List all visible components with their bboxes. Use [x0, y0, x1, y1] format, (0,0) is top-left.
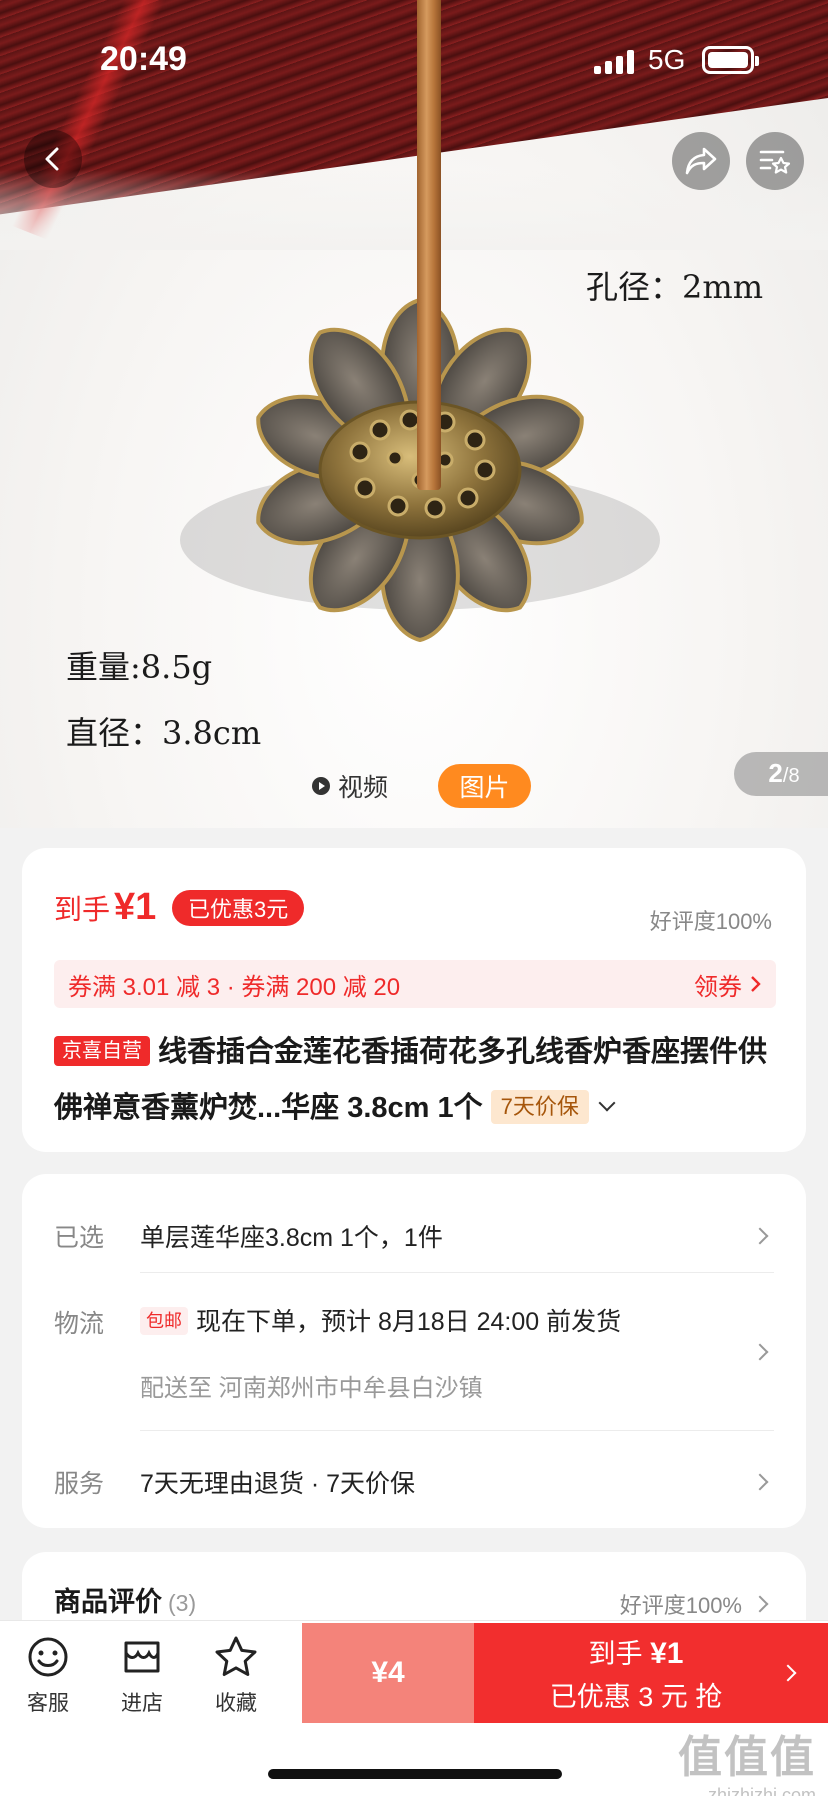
- image-pager: 2 /8: [734, 752, 828, 796]
- purchase-info-card: 已选 单层莲华座3.8cm 1个，1件 物流 包邮 现在下单，预计 8月18日 2…: [22, 1174, 806, 1528]
- customer-service-button[interactable]: 客服: [8, 1635, 88, 1717]
- get-coupon-label: 领券: [694, 973, 742, 1001]
- back-button[interactable]: [24, 130, 82, 188]
- discount-badge: 已优惠3元: [172, 890, 305, 926]
- spec-weight: 重量:8.5g: [66, 648, 213, 686]
- tab-video-label: 视频: [338, 774, 389, 802]
- chevron-right-icon: [751, 1473, 769, 1491]
- enter-store-button[interactable]: 进店: [102, 1635, 182, 1717]
- reviews-count: (3): [168, 1590, 197, 1616]
- buy-line1-price: ¥1: [650, 1637, 684, 1670]
- price-guarantee-tag: 7天价保: [490, 1090, 589, 1124]
- watermark-url: zhizhizhi.com: [707, 1785, 816, 1796]
- customer-service-label: 客服: [27, 1692, 69, 1715]
- logistics-label: 物流: [54, 1310, 105, 1338]
- pager-total: /8: [782, 765, 800, 787]
- service-label: 服务: [54, 1470, 105, 1498]
- chevron-right-icon: [751, 1343, 769, 1361]
- selected-label: 已选: [54, 1224, 105, 1252]
- share-button[interactable]: [672, 132, 730, 190]
- chevron-right-icon: [751, 1595, 769, 1613]
- tab-video[interactable]: 视频: [312, 764, 388, 808]
- enter-store-label: 进店: [121, 1692, 163, 1715]
- positive-rating: 好评度100%: [649, 909, 772, 934]
- buy-line1: 到手 ¥1: [589, 1632, 684, 1671]
- buy-line2: 已优惠 3 元 抢: [549, 1682, 723, 1712]
- chevron-right-icon: [779, 1664, 797, 1682]
- delivery-address: 配送至 河南郑州市中牟县白沙镇: [140, 1375, 483, 1402]
- status-bar: 20:49 5G: [0, 0, 828, 110]
- site-watermark: 值值值 zhizhizhi.com: [678, 1721, 816, 1796]
- spec-hole-diameter: 孔径：2mm: [586, 268, 764, 306]
- reviews-title-text: 商品评价: [54, 1587, 162, 1617]
- list-star-icon: [759, 150, 791, 174]
- chevron-right-icon: [751, 1227, 769, 1245]
- product-title-text: 线香插合金莲花香插荷花多孔线香炉香座摆件供佛禅意香薰炉焚...华座 3.8cm …: [54, 1036, 768, 1124]
- price-card: 到手 ¥1 已优惠3元 好评度100% 券满 3.01 减 3 · 券满 200…: [22, 848, 806, 1152]
- selected-value: 单层莲华座3.8cm 1个，1件: [140, 1224, 443, 1252]
- chevron-left-icon: [45, 147, 59, 171]
- bottom-action-bar: 客服 进店 收藏 ¥4 到手 ¥1 已优惠 3 元 抢 值值值 zhizhizh…: [0, 1620, 828, 1796]
- play-icon: [312, 777, 330, 795]
- spec-diameter: 直径：3.8cm: [66, 714, 262, 752]
- battery-icon: [702, 46, 759, 74]
- smiley-service-icon: [28, 1637, 68, 1677]
- signal-icon: [594, 50, 634, 74]
- share-icon: [685, 147, 717, 175]
- star-icon: [215, 1636, 257, 1676]
- watermark-logo: 值值值: [678, 1733, 816, 1782]
- coupon-text: 券满 3.01 减 3 · 券满 200 减 20: [68, 973, 401, 1001]
- final-price-amount: ¥1: [114, 886, 157, 928]
- coupon-bar[interactable]: 券满 3.01 减 3 · 券满 200 减 20 领券: [54, 960, 776, 1008]
- logistics-value: 包邮 现在下单，预计 8月18日 24:00 前发货: [140, 1302, 621, 1338]
- service-value: 7天无理由退货 · 7天价保: [140, 1470, 416, 1498]
- final-price-label: 到手: [54, 894, 111, 925]
- free-shipping-tag: 包邮: [140, 1307, 188, 1335]
- status-time: 20:49: [100, 40, 187, 78]
- home-indicator[interactable]: [268, 1769, 562, 1779]
- reviews-rating: 好评度100%: [619, 1593, 742, 1618]
- more-menu-button[interactable]: [746, 132, 804, 190]
- product-title[interactable]: 京喜自营 线香插合金莲花香插荷花多孔线香炉香座摆件供佛禅意香薰炉焚...华座 3.…: [54, 1024, 784, 1136]
- media-tabs: 视频 图片: [0, 764, 828, 808]
- tab-image[interactable]: 图片: [438, 764, 531, 808]
- expand-title-icon[interactable]: [598, 1094, 616, 1112]
- add-to-cart-button[interactable]: ¥4: [302, 1623, 474, 1723]
- final-price: 到手 ¥1: [54, 886, 156, 929]
- buy-now-button[interactable]: 到手 ¥1 已优惠 3 元 抢: [474, 1623, 828, 1723]
- self-operated-tag: 京喜自营: [54, 1036, 150, 1066]
- favorite-label: 收藏: [215, 1692, 257, 1715]
- store-icon: [124, 1641, 160, 1673]
- ship-estimate: 现在下单，预计 8月18日 24:00 前发货: [196, 1308, 622, 1336]
- buy-line1-label: 到手: [588, 1639, 643, 1669]
- network-type: 5G: [648, 44, 686, 75]
- chevron-right-icon: [751, 976, 761, 992]
- get-coupon-link[interactable]: 领券: [694, 967, 762, 1002]
- product-image-gallery[interactable]: 孔径：2mm 重量:8.5g 直径：3.8cm: [0, 0, 828, 828]
- favorite-button[interactable]: 收藏: [196, 1635, 276, 1717]
- reviews-title: 商品评价 (3): [54, 1580, 196, 1619]
- pager-current: 2: [768, 758, 783, 788]
